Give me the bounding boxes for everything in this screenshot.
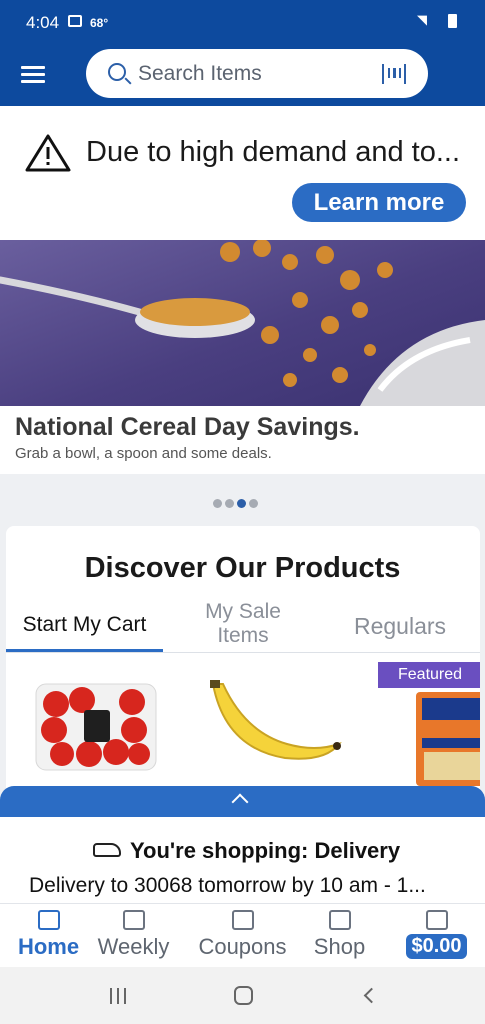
carousel-dot[interactable] bbox=[213, 499, 222, 508]
shop-icon bbox=[328, 910, 351, 930]
discover-title: Discover Our Products bbox=[84, 552, 401, 584]
tab-my-sale-items[interactable]: My Sale Items bbox=[178, 600, 308, 648]
warning-icon bbox=[25, 134, 71, 172]
carousel-indicator[interactable] bbox=[213, 495, 261, 513]
bottom-nav: Home Weekly Coupons Shop $0.00 bbox=[0, 903, 485, 967]
featured-badge: Featured bbox=[378, 662, 480, 688]
learn-more-button[interactable]: Learn more bbox=[292, 183, 466, 222]
nav-shop[interactable]: Shop bbox=[291, 904, 388, 968]
battery-icon bbox=[448, 14, 457, 28]
recent-apps-icon[interactable] bbox=[110, 988, 126, 1004]
tab-regulars[interactable]: Regulars bbox=[330, 613, 470, 640]
home-button-icon[interactable] bbox=[234, 986, 253, 1005]
gallery-icon bbox=[68, 15, 82, 27]
alert-message: Due to high demand and to... bbox=[86, 136, 461, 168]
banana-icon[interactable] bbox=[205, 678, 343, 773]
tab-active-underline bbox=[6, 649, 163, 652]
tab-start-my-cart[interactable]: Start My Cart bbox=[6, 613, 163, 637]
wifi-icon: ◥ bbox=[417, 12, 427, 27]
delivery-details[interactable]: Delivery to 30068 tomorrow by 10 am - 1.… bbox=[29, 874, 469, 898]
cart-total: $0.00 bbox=[406, 934, 467, 959]
promo-banner-image[interactable] bbox=[0, 240, 485, 406]
status-temperature: 68° bbox=[90, 16, 109, 30]
nav-home[interactable]: Home bbox=[0, 904, 97, 968]
status-bar: 4:04 68° ◥ bbox=[0, 0, 485, 44]
app-header bbox=[0, 44, 485, 106]
nav-weekly[interactable]: Weekly bbox=[85, 904, 182, 968]
cereal-spoon-image bbox=[0, 240, 485, 406]
menu-icon[interactable] bbox=[21, 66, 45, 84]
nav-coupons-label: Coupons bbox=[198, 934, 287, 959]
delivery-car-icon bbox=[93, 843, 121, 857]
carousel-dot[interactable] bbox=[249, 499, 258, 508]
search-input[interactable] bbox=[138, 57, 358, 91]
nav-home-label: Home bbox=[17, 934, 80, 959]
carousel-dot-active[interactable] bbox=[237, 499, 246, 508]
promo-headline: National Cereal Day Savings. bbox=[15, 413, 360, 441]
search-bar[interactable] bbox=[86, 49, 428, 98]
shopping-mode-label: You're shopping: Delivery bbox=[130, 838, 401, 863]
home-icon bbox=[37, 910, 60, 930]
search-icon bbox=[108, 63, 126, 81]
nav-shop-label: Shop bbox=[313, 934, 366, 959]
barcode-scan-icon[interactable] bbox=[382, 64, 406, 84]
nav-coupons[interactable]: Coupons bbox=[194, 904, 291, 968]
cart-icon bbox=[425, 910, 448, 930]
promo-subtext: Grab a bowl, a spoon and some deals. bbox=[15, 445, 272, 462]
rice-pouch-icon[interactable] bbox=[414, 692, 480, 786]
nav-cart[interactable]: $0.00 bbox=[388, 904, 485, 968]
tomatoes-icon[interactable] bbox=[34, 680, 158, 774]
tabs-divider bbox=[6, 652, 480, 653]
carousel-dot[interactable] bbox=[225, 499, 234, 508]
nav-weekly-label: Weekly bbox=[97, 934, 170, 959]
weekly-ad-icon bbox=[122, 910, 145, 930]
coupon-icon bbox=[231, 910, 254, 930]
status-time: 4:04 bbox=[26, 13, 60, 32]
